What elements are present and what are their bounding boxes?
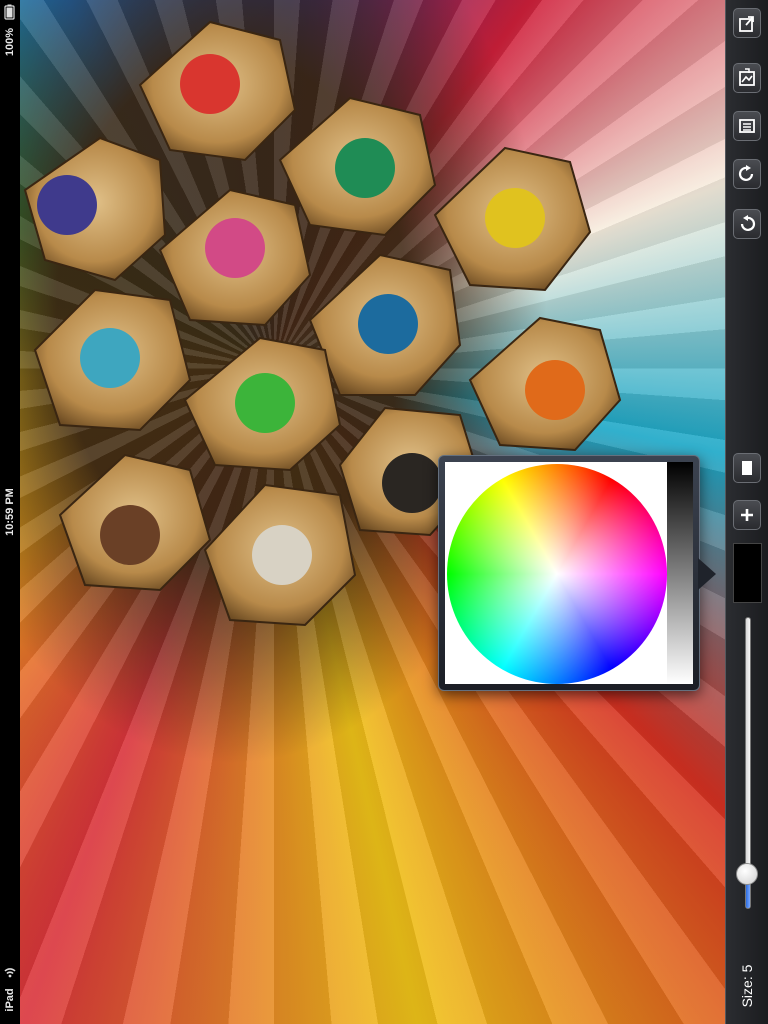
save-photo-button[interactable] [733,63,761,93]
current-color-swatch[interactable] [733,543,762,603]
redo-button[interactable] [733,159,761,189]
save-image-icon [739,68,755,86]
undo-button[interactable] [733,209,761,239]
brush-size-label: Size: 5 [739,964,755,1008]
device-label: iPad [4,988,16,1012]
undo-icon [740,215,756,231]
redo-icon [738,165,754,181]
layers-icon [739,119,755,133]
color-wheel[interactable] [447,464,667,684]
color-picker-panel [445,462,693,684]
right-toolbar: Size: 5 [725,0,768,1024]
layers-button[interactable] [733,111,761,141]
export-button[interactable] [733,8,761,38]
eraser-button[interactable] [733,453,761,483]
add-button[interactable] [733,500,761,530]
battery-percent: 100% [4,27,16,57]
eraser-icon [742,461,752,475]
wifi-icon [4,968,16,978]
clock: 10:59 PM [4,488,16,536]
status-bar: 100% 10:59 PM iPad [0,0,20,1024]
battery-icon [4,4,15,20]
brush-size-slider-thumb[interactable] [736,862,758,885]
brightness-slider[interactable] [667,462,693,684]
popover-arrow [698,558,716,590]
color-picker-popover [438,455,700,691]
plus-icon [741,509,753,521]
export-icon [739,16,754,32]
